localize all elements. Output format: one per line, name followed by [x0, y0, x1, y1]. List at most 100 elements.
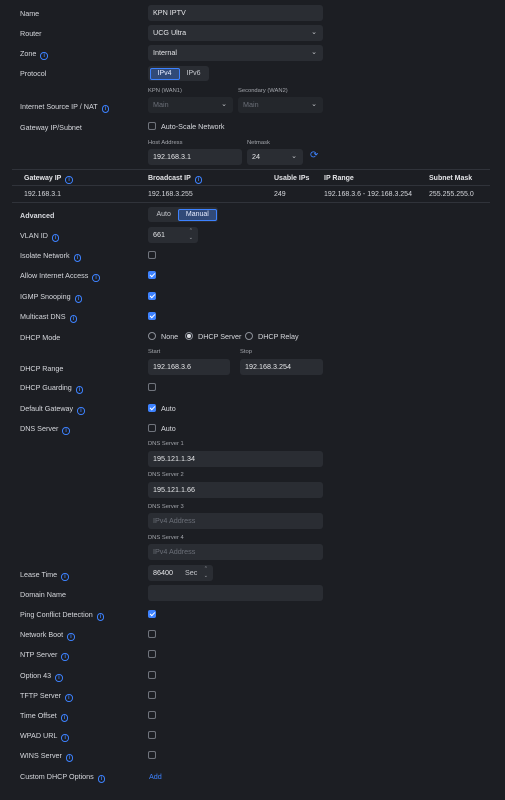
- dns-server-1-input[interactable]: 195.121.1.34: [148, 451, 323, 467]
- dns-server-3-placeholder: IPv4 Address: [153, 516, 196, 525]
- wins-server-checkbox[interactable]: [148, 751, 156, 759]
- table-cell-gateway-ip: 192.168.3.1: [24, 191, 61, 198]
- protocol-label: Protocol: [20, 69, 47, 78]
- info-icon[interactable]: i: [51, 234, 60, 242]
- info-icon[interactable]: i: [55, 674, 63, 682]
- secondary-wan-value: Main: [243, 100, 259, 109]
- info-icon[interactable]: i: [61, 653, 69, 661]
- dhcp-mode-none-radio[interactable]: [148, 332, 156, 340]
- table-header-ip-range: IP Range: [324, 175, 354, 182]
- info-icon[interactable]: i: [74, 295, 83, 303]
- table-cell-subnet-mask: 255.255.255.0: [429, 191, 474, 198]
- table-divider: [12, 185, 490, 186]
- stepper-icon[interactable]: ⌃ ⌄: [189, 228, 193, 241]
- dhcp-stop-input[interactable]: 192.168.3.254: [240, 359, 323, 375]
- ntp-server-checkbox[interactable]: [148, 650, 156, 658]
- dhcp-mode-relay-radio[interactable]: [245, 332, 253, 340]
- ping-conflict-checkbox[interactable]: [148, 610, 156, 618]
- advanced-manual-option[interactable]: Manual: [177, 208, 217, 221]
- wins-server-label: WINS Server i: [20, 751, 74, 762]
- router-select[interactable]: UCG Ultra ⌄: [148, 25, 323, 41]
- dns-server-3-label: DNS Server 3: [148, 504, 184, 510]
- chevron-down-icon: ⌄: [291, 153, 297, 160]
- isolate-network-checkbox[interactable]: [148, 251, 156, 259]
- igmp-snooping-checkbox[interactable]: [148, 292, 156, 300]
- allow-internet-label: Allow Internet Access i: [20, 271, 100, 282]
- option-43-checkbox[interactable]: [148, 671, 156, 679]
- zone-select[interactable]: Internal ⌄: [148, 45, 323, 61]
- host-address-input[interactable]: 192.168.3.1: [148, 149, 242, 165]
- advanced-auto-option[interactable]: Auto: [150, 209, 178, 221]
- netmask-label: Netmask: [247, 140, 270, 146]
- wpad-url-checkbox[interactable]: [148, 731, 156, 739]
- protocol-ipv4-option[interactable]: IPv4: [149, 67, 180, 80]
- info-icon[interactable]: i: [65, 754, 74, 762]
- protocol-ipv6-option[interactable]: IPv6: [180, 68, 208, 80]
- multicast-dns-checkbox[interactable]: [148, 312, 156, 320]
- info-icon[interactable]: i: [60, 714, 69, 722]
- allow-internet-checkbox[interactable]: [148, 271, 156, 279]
- info-icon[interactable]: i: [101, 105, 110, 113]
- dhcp-mode-server-radio[interactable]: [185, 332, 193, 340]
- netmask-select[interactable]: 24 ⌄: [247, 149, 303, 165]
- auto-scale-label: Auto-Scale Network: [161, 122, 225, 131]
- primary-wan-select[interactable]: Main ⌄: [148, 97, 233, 113]
- dhcp-start-input[interactable]: 192.168.3.6: [148, 359, 230, 375]
- network-boot-label: Network Boot i: [20, 630, 75, 641]
- info-icon[interactable]: i: [73, 254, 82, 262]
- info-icon[interactable]: i: [61, 573, 69, 581]
- network-boot-checkbox[interactable]: [148, 630, 156, 638]
- advanced-toggle: Auto Manual: [148, 207, 219, 222]
- info-icon[interactable]: i: [65, 176, 73, 184]
- internet-source-label: Internet Source IP / NAT i: [20, 102, 110, 113]
- dns-server-3-input[interactable]: IPv4 Address: [148, 513, 323, 529]
- vlan-input[interactable]: 661 ⌃ ⌄: [148, 227, 198, 243]
- info-icon[interactable]: i: [65, 694, 73, 702]
- info-icon[interactable]: i: [96, 613, 105, 621]
- info-icon[interactable]: i: [75, 386, 84, 394]
- secondary-wan-select[interactable]: Main ⌄: [238, 97, 323, 113]
- stepper-icon[interactable]: ⌃ ⌄: [204, 566, 208, 579]
- lease-time-value: 86400: [153, 568, 173, 577]
- add-custom-option-link[interactable]: Add: [149, 772, 162, 781]
- dhcp-mode-relay-label: DHCP Relay: [258, 332, 299, 341]
- router-label: Router: [20, 29, 42, 38]
- info-icon[interactable]: i: [92, 274, 100, 282]
- chevron-down-icon: ⌄: [311, 101, 317, 108]
- lease-time-input[interactable]: 86400 Sec ⌃ ⌄: [148, 565, 213, 581]
- name-input[interactable]: KPN IPTV: [148, 5, 323, 21]
- dns-server-2-input[interactable]: 195.121.1.66: [148, 482, 323, 498]
- vlan-label: VLAN ID i: [20, 231, 60, 242]
- info-icon[interactable]: i: [61, 734, 69, 742]
- info-icon[interactable]: i: [69, 315, 78, 323]
- info-icon[interactable]: i: [40, 52, 48, 60]
- table-header-broadcast-ip: Broadcast IP i: [148, 175, 203, 184]
- table-divider: [12, 202, 490, 203]
- domain-name-input[interactable]: [148, 585, 323, 601]
- table-header-gateway-ip: Gateway IP i: [24, 175, 73, 184]
- time-offset-checkbox[interactable]: [148, 711, 156, 719]
- vlan-value: 661: [153, 230, 165, 239]
- table-header-subnet-mask: Subnet Mask: [429, 175, 473, 182]
- advanced-label: Advanced: [20, 211, 55, 220]
- tftp-server-checkbox[interactable]: [148, 691, 156, 699]
- dns-server-auto-checkbox[interactable]: [148, 424, 156, 432]
- dns-server-4-input[interactable]: IPv4 Address: [148, 544, 323, 560]
- info-icon[interactable]: i: [97, 775, 106, 783]
- dns-server-4-label: DNS Server 4: [148, 535, 184, 541]
- refresh-icon[interactable]: ⟳: [310, 150, 318, 161]
- info-icon[interactable]: i: [67, 633, 75, 641]
- info-icon[interactable]: i: [194, 176, 203, 184]
- primary-wan-value: Main: [153, 100, 169, 109]
- primary-wan-label: KPN (WAN1): [148, 88, 182, 94]
- info-icon[interactable]: i: [62, 427, 70, 435]
- default-gateway-auto-checkbox[interactable]: [148, 404, 156, 412]
- info-icon[interactable]: i: [77, 407, 85, 415]
- auto-scale-checkbox[interactable]: [148, 122, 156, 130]
- secondary-wan-label: Secondary (WAN2): [238, 88, 288, 94]
- chevron-down-icon: ⌄: [221, 101, 227, 108]
- dhcp-mode-server-label: DHCP Server: [198, 332, 242, 341]
- dhcp-guarding-checkbox[interactable]: [148, 383, 156, 391]
- dhcp-mode-label: DHCP Mode: [20, 333, 61, 342]
- table-cell-ip-range: 192.168.3.6 - 192.168.3.254: [324, 191, 412, 198]
